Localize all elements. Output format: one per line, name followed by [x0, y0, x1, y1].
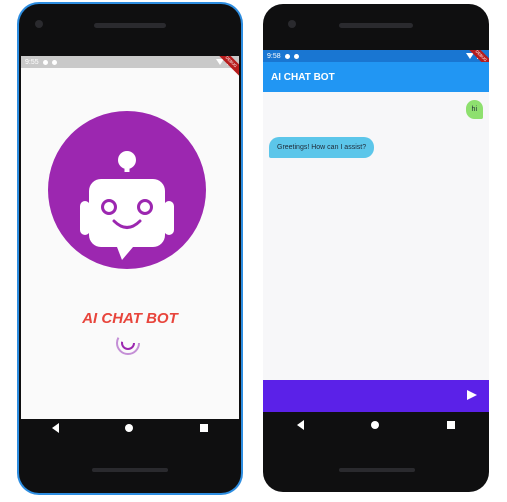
antenna-icon	[118, 151, 136, 169]
shield-icon	[51, 59, 57, 65]
user-message: hi	[465, 100, 483, 119]
app-bar: AI CHAT BOT	[263, 62, 489, 92]
robot-logo	[48, 111, 206, 269]
nav-bar	[263, 410, 489, 440]
settings-icon	[42, 59, 48, 65]
message-input[interactable]	[269, 386, 443, 408]
bot-message: Greetings! How can I assist?	[269, 137, 375, 158]
recents-icon[interactable]	[199, 424, 208, 432]
front-camera-icon	[288, 20, 296, 28]
spinner-icon	[116, 331, 140, 355]
back-icon[interactable]	[296, 420, 304, 430]
status-bar: 9:58 DEBUG	[263, 50, 489, 73]
earpiece-speaker	[339, 23, 413, 28]
app-bar-title: AI CHAT BOT	[271, 71, 335, 83]
shield-icon	[293, 53, 299, 59]
bottom-speaker	[339, 468, 415, 472]
status-time: 9:58	[267, 52, 281, 60]
robot-icon	[89, 179, 165, 247]
front-camera-icon	[35, 20, 43, 28]
status-bar: 9:55 DEBUG	[21, 56, 239, 79]
left-screen: 9:55 DEBUG AI CHAT BOT	[21, 56, 239, 419]
home-icon[interactable]	[125, 424, 134, 432]
status-time: 9:55	[25, 58, 39, 66]
right-screen: 9:58 DEBUG AI CHAT BOT hi Greetings! How…	[263, 50, 489, 412]
earpiece-speaker	[94, 23, 166, 28]
nav-bar	[19, 413, 241, 443]
settings-icon	[284, 53, 290, 59]
app-title: AI CHAT BOT	[82, 310, 178, 327]
recents-icon[interactable]	[447, 421, 456, 429]
right-phone: 9:58 DEBUG AI CHAT BOT hi Greetings! How…	[263, 4, 489, 492]
back-icon[interactable]	[52, 423, 60, 433]
home-icon[interactable]	[371, 421, 380, 429]
message-input-bar[interactable]	[263, 380, 489, 412]
bottom-speaker	[92, 468, 168, 472]
send-icon[interactable]	[467, 390, 477, 400]
left-phone: 9:55 DEBUG AI CHAT BOT	[19, 4, 241, 493]
